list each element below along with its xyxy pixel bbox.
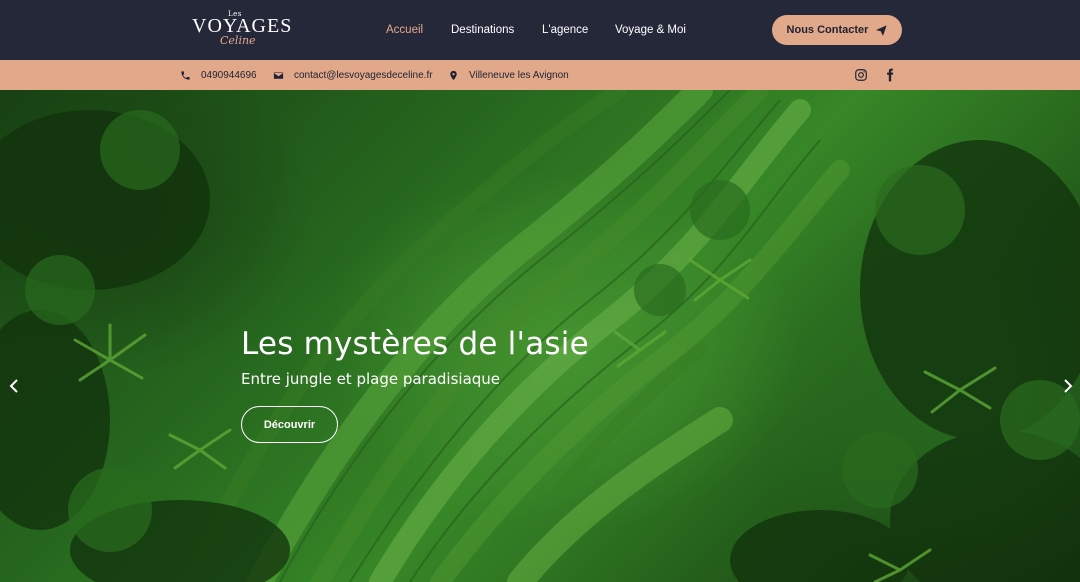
location-info: Villeneuve les Avignon (448, 60, 569, 90)
slider-prev-arrow[interactable] (7, 377, 21, 395)
logo-celine: Celine (220, 34, 256, 47)
contact-button[interactable]: Nous Contacter (772, 15, 902, 45)
instagram-icon (855, 69, 867, 81)
site-header: Les VOYAGES Celine Accueil Destinations … (0, 0, 1080, 60)
nav-item-destinations[interactable]: Destinations (451, 24, 514, 36)
phone-info[interactable]: 0490944696 (180, 60, 257, 90)
contact-button-label: Nous Contacter (786, 24, 869, 36)
facebook-icon (887, 68, 894, 82)
instagram-link[interactable] (852, 66, 870, 84)
phone-number: 0490944696 (201, 69, 257, 81)
phone-icon (181, 70, 190, 80)
hero-subtitle: Entre jungle et plage paradisiaque (241, 370, 501, 388)
nav-item-accueil[interactable]: Accueil (386, 24, 423, 36)
facebook-link[interactable] (881, 66, 899, 84)
site-logo[interactable]: Les VOYAGES Celine (190, 8, 291, 50)
email-info[interactable]: contact@lesvoyagesdeceline.fr (273, 60, 433, 90)
info-bar: 0490944696 contact@lesvoyagesdeceline.fr… (0, 60, 1080, 90)
slider-next-arrow[interactable] (1061, 377, 1075, 395)
hero-title: Les mystères de l'asie (241, 326, 589, 362)
map-pin-icon (450, 70, 457, 80)
chevron-left-icon (9, 379, 18, 393)
hero-slider: Les mystères de l'asie Entre jungle et p… (0, 90, 1080, 582)
email-address: contact@lesvoyagesdeceline.fr (294, 69, 433, 81)
nav-item-agence[interactable]: L'agence (542, 24, 588, 36)
nav-item-voyage-moi[interactable]: Voyage & Moi (615, 24, 686, 36)
location-text: Villeneuve les Avignon (469, 69, 569, 81)
discover-button[interactable]: Découvrir (241, 406, 338, 443)
paper-plane-icon (877, 25, 887, 35)
envelope-icon (273, 71, 284, 79)
chevron-right-icon (1064, 379, 1073, 393)
